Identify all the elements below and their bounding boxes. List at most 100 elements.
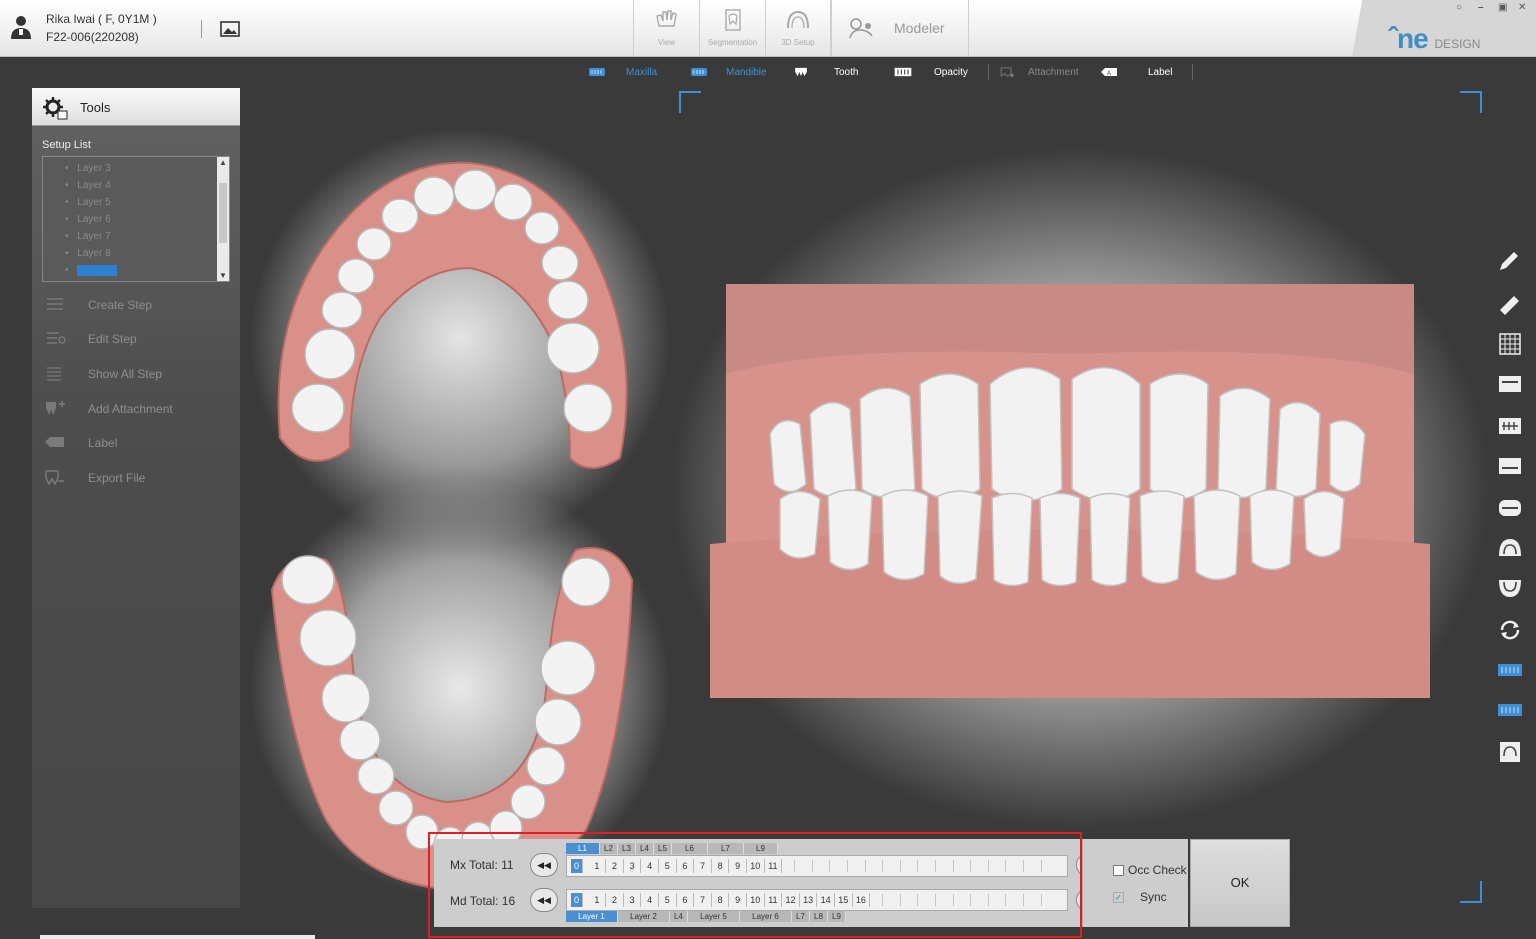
mode-modeler-button[interactable]: Modeler — [831, 0, 969, 56]
list-item-selected[interactable]: Layer 9 — [65, 262, 229, 279]
attachment-toggle[interactable]: Attachment — [998, 60, 1079, 84]
maxilla-label: Maxilla — [626, 66, 658, 78]
logo-suffix: DESIGN — [1434, 37, 1481, 51]
view-corner-marker — [679, 91, 701, 113]
opacity-label: Opacity — [934, 66, 968, 78]
sync-option[interactable]: ✓ Sync — [1113, 890, 1167, 904]
maxilla-blue-icon[interactable] — [1496, 658, 1524, 682]
occ-check-option[interactable]: Occ Check — [1113, 863, 1187, 877]
divider — [1192, 64, 1193, 80]
maxilla-icon — [589, 68, 605, 76]
ok-button[interactable]: OK — [1190, 839, 1290, 927]
divider — [988, 64, 989, 80]
patient-name: Rika Iwai ( F, 0Y1M ) — [46, 12, 157, 26]
mode-label: View — [657, 38, 676, 47]
edit-step-button[interactable]: Edit Step — [44, 328, 230, 350]
tools-panel: Tools Setup List Layer 3 Layer 4 Layer 5… — [32, 88, 240, 908]
tooth-icon — [795, 67, 807, 77]
frontal-occlusion-view[interactable] — [710, 284, 1430, 698]
occ-check-checkbox[interactable] — [1113, 864, 1124, 876]
hand-icon — [655, 10, 677, 27]
rotate-icon[interactable] — [1496, 618, 1524, 642]
opacity-toggle[interactable]: Opacity — [892, 60, 968, 84]
list-item[interactable]: Layer 4 — [65, 177, 229, 194]
mode-label: Modeler — [894, 20, 945, 36]
create-step-button[interactable]: Create Step — [44, 294, 230, 316]
close-button[interactable]: ✕ — [1518, 2, 1526, 13]
tooth-label: Tooth — [834, 66, 859, 78]
sync-label: Sync — [1140, 890, 1167, 904]
label-icon — [45, 437, 64, 447]
minimize-button[interactable]: – — [1478, 2, 1484, 13]
view-corner-marker — [1460, 881, 1482, 903]
mandible-toggle[interactable]: Mandible — [690, 60, 767, 84]
patient-case-id: F22-006(220208) — [46, 30, 139, 44]
maxilla-toggle[interactable]: Maxilla — [588, 60, 657, 84]
list-item[interactable]: Layer 7 — [65, 228, 229, 245]
bite-icon[interactable] — [1496, 496, 1524, 520]
jaw-record-icon[interactable] — [1496, 740, 1524, 764]
list-item[interactable]: Layer 8 — [65, 245, 229, 262]
setup-list-scrollbar[interactable]: ▲ ▼ — [217, 157, 229, 281]
arch-front-icon[interactable] — [1496, 414, 1524, 438]
status-strip — [40, 935, 315, 939]
attachment-icon — [1000, 67, 1014, 77]
export-file-button[interactable]: Export File — [44, 467, 230, 489]
display-toolbar: Maxilla Mandible Tooth Opacity Attachmen… — [580, 60, 1200, 84]
sync-checkbox[interactable]: ✓ — [1113, 891, 1124, 903]
all-steps-icon — [47, 367, 61, 381]
modeler-icon — [849, 18, 873, 39]
upper-arch-icon[interactable] — [1496, 372, 1524, 396]
add-attachment-button[interactable]: Add Attachment — [44, 398, 230, 420]
label-label: Label — [1148, 66, 1173, 78]
mode-view-button[interactable]: View — [633, 0, 699, 56]
label-toggle[interactable]: A Label — [1100, 60, 1172, 84]
patient-icon — [11, 16, 31, 39]
label-tag-icon: A — [1101, 68, 1117, 77]
pin-button[interactable]: ○ — [1456, 2, 1462, 13]
mandible-icon — [691, 68, 707, 76]
pencil-icon[interactable] — [1496, 250, 1524, 274]
occ-check-label: Occ Check — [1128, 863, 1187, 877]
timeline-highlight-box — [428, 832, 1082, 938]
tool-label: Create Step — [88, 298, 153, 312]
3d-viewport[interactable] — [250, 88, 1490, 908]
tools-header: Tools — [32, 88, 240, 126]
scroll-up-icon[interactable]: ▲ — [219, 158, 227, 167]
mode-3d-setup-button[interactable]: 3D Setup — [765, 0, 831, 56]
list-item[interactable]: Layer 3 — [65, 160, 229, 177]
edit-list-icon — [47, 332, 66, 344]
label-button[interactable]: Label — [44, 432, 230, 454]
maxilla-occlusal-view[interactable] — [270, 158, 630, 478]
show-all-step-button[interactable]: Show All Step — [44, 363, 230, 385]
tool-label: Label — [88, 436, 118, 450]
top-bar: Rika Iwai ( F, 0Y1M ) F22-006(220208) Vi… — [0, 0, 1536, 57]
lower-arch-icon[interactable] — [1496, 454, 1524, 478]
lower-jaw-icon[interactable] — [1496, 576, 1524, 600]
tool-label: Add Attachment — [88, 402, 173, 416]
logo-text: ne — [1397, 23, 1429, 54]
svg-text:A: A — [1107, 71, 1111, 77]
scroll-down-icon[interactable]: ▼ — [219, 271, 227, 280]
tools-title: Tools — [80, 100, 111, 115]
restore-button[interactable]: ▣ — [1498, 2, 1507, 13]
list-item[interactable]: Layer 5 — [65, 194, 229, 211]
timeline-options: Occ Check ✓ Sync — [1082, 839, 1188, 927]
mandible-blue-icon[interactable] — [1496, 698, 1524, 722]
arch-icon — [787, 10, 809, 29]
mode-label: 3D Setup — [781, 38, 815, 47]
scroll-thumb[interactable] — [219, 183, 227, 243]
tooth-attachment-icon — [46, 401, 65, 415]
setup-list[interactable]: Layer 3 Layer 4 Layer 5 Layer 6 Layer 7 … — [42, 156, 230, 282]
divider — [201, 20, 202, 38]
image-icon[interactable] — [220, 21, 240, 37]
tooth-toggle[interactable]: Tooth — [792, 60, 858, 84]
tooth-segment-icon — [724, 9, 741, 31]
grid-icon[interactable] — [1496, 332, 1524, 356]
tool-label: Edit Step — [88, 332, 137, 346]
ruler-icon[interactable] — [1496, 292, 1524, 316]
mode-segmentation-button[interactable]: Segmentation — [699, 0, 765, 56]
list-item[interactable]: Layer 6 — [65, 211, 229, 228]
gear-icon — [43, 97, 68, 120]
upper-jaw-icon[interactable] — [1496, 536, 1524, 560]
